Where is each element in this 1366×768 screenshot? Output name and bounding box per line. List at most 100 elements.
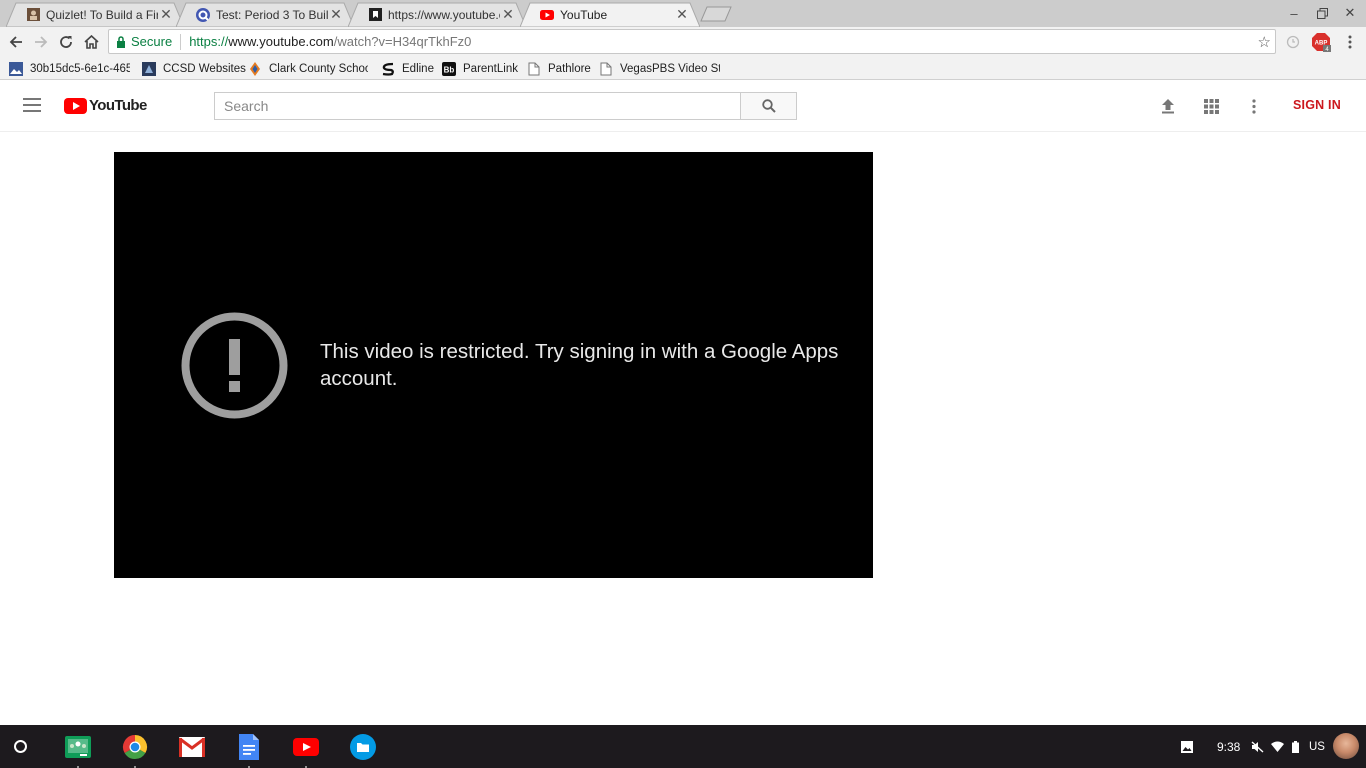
youtube-app[interactable] [292, 733, 320, 768]
close-tab-icon[interactable]: ✕ [328, 6, 344, 23]
browser-toolbar: Secure https:// www.youtube.com /watch?v… [0, 27, 1366, 57]
tab-youtube-active[interactable]: YouTube ✕ [520, 2, 700, 27]
chrome-menu-button[interactable] [1339, 31, 1361, 53]
classroom-app[interactable] [64, 733, 92, 768]
kebab-menu-icon [1252, 98, 1256, 114]
bookmark-star-icon[interactable]: ☆ [1258, 33, 1271, 51]
classroom-icon [65, 736, 91, 758]
tab-quizlet[interactable]: Quizlet! To Build a Fire ✕ [6, 2, 184, 27]
files-icon [350, 734, 376, 760]
forward-arrow-icon [35, 36, 48, 48]
chrome-icon [122, 735, 148, 760]
search-button[interactable] [740, 92, 797, 120]
close-tab-icon[interactable]: ✕ [674, 6, 690, 23]
upload-icon [1162, 99, 1174, 114]
chromeos-shelf: 9:38 US [0, 725, 1366, 768]
adblock-icon: ABP 4 [1312, 33, 1331, 52]
user-avatar[interactable] [1333, 733, 1359, 759]
tab-test-period[interactable]: Test: Period 3 To Build a ✕ [176, 2, 354, 27]
tab-title: YouTube [560, 7, 608, 22]
close-window-button[interactable]: ✕ [1336, 2, 1364, 24]
gmail-icon [179, 737, 205, 757]
battery-tray-item[interactable] [1292, 725, 1299, 768]
tab-title: Quizlet! To Build a Fire [46, 7, 158, 22]
secure-label: Secure [131, 34, 173, 49]
close-tab-icon[interactable]: ✕ [500, 6, 516, 23]
settings-menu-button[interactable] [1244, 96, 1264, 116]
url-host: www.youtube.com [228, 34, 334, 49]
ccsd-icon [142, 61, 156, 76]
image-icon [1181, 740, 1193, 753]
wifi-icon [1271, 741, 1284, 752]
bookmark-b-icon [368, 8, 382, 22]
quizlet-icon [26, 8, 40, 22]
clock[interactable]: 9:38 [1217, 725, 1240, 768]
reload-icon [60, 36, 72, 48]
sign-in-button[interactable]: SIGN IN [1293, 98, 1341, 112]
video-player[interactable]: This video is restricted. Try signing in… [114, 152, 873, 578]
tab-title: https://www.youtube.com/ [388, 7, 500, 22]
tab-youtube-url[interactable]: https://www.youtube.com/ ✕ [348, 2, 526, 27]
search-input[interactable]: Search [214, 92, 741, 120]
bookmark-parentlink[interactable]: Bb ParentLink [442, 60, 518, 77]
guide-menu-icon[interactable] [23, 98, 41, 112]
bookmark-label: CCSD Websites [163, 62, 246, 75]
back-arrow-icon [9, 36, 22, 48]
extension-clock-icon [1286, 35, 1300, 49]
upload-button[interactable] [1158, 96, 1178, 116]
close-tab-icon[interactable]: ✕ [158, 6, 174, 23]
player-error-message: This video is restricted. Try signing in… [320, 340, 839, 390]
screenshot-tray-item[interactable] [1181, 725, 1193, 768]
gmail-app[interactable] [178, 733, 206, 761]
home-button[interactable] [80, 31, 102, 53]
files-app[interactable] [349, 733, 377, 761]
address-bar[interactable]: Secure https:// www.youtube.com /watch?v… [108, 29, 1276, 54]
bookmark-vegaspbs[interactable]: VegasPBS Video Stre [599, 60, 720, 77]
youtube-masthead: YouTube Search SIGN IN [0, 80, 1366, 132]
reload-button[interactable] [55, 31, 77, 53]
docs-icon [239, 734, 259, 760]
youtube-logo-text: YouTube [89, 97, 147, 114]
input-method-label: US [1309, 740, 1325, 753]
wifi-tray-item[interactable] [1271, 725, 1284, 768]
bookmark-edline[interactable]: Edline [381, 60, 434, 77]
adblock-button[interactable]: ABP 4 [1310, 31, 1332, 53]
tab-title: Test: Period 3 To Build a [216, 7, 328, 22]
volume-muted-icon [1251, 740, 1264, 753]
restore-button[interactable] [1308, 2, 1336, 24]
home-icon [83, 35, 99, 49]
youtube-icon [540, 8, 554, 22]
bookmark-label: Edline [402, 62, 434, 75]
docs-app[interactable] [235, 733, 263, 768]
forward-button[interactable] [30, 31, 52, 53]
new-tab-button[interactable] [700, 6, 732, 22]
apps-grid-icon [1203, 98, 1219, 114]
chrome-app[interactable] [121, 733, 149, 768]
youtube-play-icon [64, 97, 87, 114]
extension-button[interactable] [1282, 31, 1304, 53]
lock-icon [117, 35, 125, 48]
apps-button[interactable] [1201, 96, 1221, 116]
back-button[interactable] [5, 31, 27, 53]
battery-icon [1292, 740, 1299, 753]
search-icon [761, 99, 776, 113]
kebab-menu-icon [1348, 35, 1352, 49]
page-icon [599, 62, 613, 76]
bookmark-label: VegasPBS Video Stre [620, 62, 720, 75]
minimize-button[interactable]: – [1280, 2, 1308, 24]
bookmark-label: Clark County School [269, 62, 368, 75]
youtube-logo[interactable]: YouTube [64, 97, 147, 114]
tab-strip: Quizlet! To Build a Fire ✕ Test: Period … [0, 0, 1366, 27]
bookmark-30b15dc5[interactable]: 30b15dc5-6e1c-465c [9, 60, 130, 77]
url-scheme: https:// [189, 34, 229, 49]
bookmarks-bar: 30b15dc5-6e1c-465c CCSD Websites Clark C… [0, 57, 1366, 80]
volume-tray-item[interactable] [1251, 725, 1264, 768]
bookmark-pathlore[interactable]: Pathlore [527, 60, 591, 77]
image-icon [9, 61, 23, 76]
blackboard-icon: Bb [442, 61, 456, 76]
error-exclamation-icon [181, 312, 288, 419]
bookmark-ccsd-websites[interactable]: CCSD Websites [142, 60, 246, 77]
launcher-icon[interactable] [14, 740, 27, 753]
bookmark-clark-county[interactable]: Clark County School [248, 60, 368, 77]
input-method[interactable]: US [1309, 725, 1325, 768]
